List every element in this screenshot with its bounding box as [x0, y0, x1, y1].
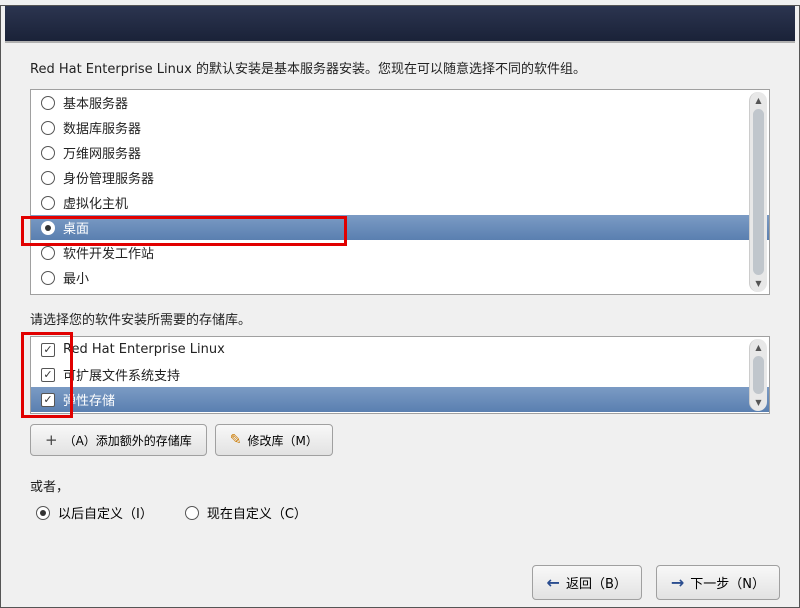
scroll-up-icon: ▲	[755, 343, 761, 352]
repo-scrollbar[interactable]: ▲ ▼	[749, 339, 767, 411]
radio-icon	[185, 506, 199, 520]
software-option[interactable]: 身份管理服务器	[31, 165, 769, 190]
checkbox-icon	[41, 343, 55, 357]
radio-icon	[41, 171, 55, 185]
repo-option[interactable]: 弹性存储	[31, 387, 769, 412]
radio-icon	[41, 96, 55, 110]
customize-later-label: 以后自定义（I）	[58, 503, 153, 522]
software-option-label: 数据库服务器	[63, 118, 141, 137]
radio-icon	[41, 271, 55, 285]
modify-repo-button[interactable]: 修改库（M）	[215, 424, 333, 456]
modify-repo-label: 修改库（M）	[248, 432, 318, 449]
software-option-label: 身份管理服务器	[63, 168, 154, 187]
software-option-label: 万维网服务器	[63, 143, 141, 162]
software-option[interactable]: 万维网服务器	[31, 140, 769, 165]
software-option[interactable]: 最小	[31, 265, 769, 290]
arrow-right-icon	[671, 573, 684, 592]
next-label: 下一步（N）	[690, 573, 765, 592]
software-group-listbox: 基本服务器数据库服务器万维网服务器身份管理服务器虚拟化主机桌面软件开发工作站最小…	[30, 89, 770, 295]
intro-text: Red Hat Enterprise Linux 的默认安装是基本服务器安装。您…	[30, 58, 770, 77]
radio-icon	[36, 506, 50, 520]
checkbox-icon	[41, 393, 55, 407]
scroll-thumb[interactable]	[753, 109, 764, 275]
software-option[interactable]: 软件开发工作站	[31, 240, 769, 265]
add-repo-button[interactable]: （A）添加额外的存储库	[30, 424, 207, 456]
repo-option[interactable]: 可扩展文件系统支持	[31, 362, 769, 387]
radio-icon	[41, 246, 55, 260]
radio-icon	[41, 121, 55, 135]
scroll-down-icon: ▼	[755, 398, 761, 407]
plus-icon	[45, 431, 58, 449]
add-repo-label: （A）添加额外的存储库	[64, 432, 192, 449]
scroll-down-icon: ▼	[755, 279, 761, 288]
scroll-up-icon: ▲	[755, 96, 761, 105]
next-button[interactable]: 下一步（N）	[656, 565, 780, 600]
software-option-label: 基本服务器	[63, 93, 128, 112]
software-option-label: 桌面	[63, 218, 89, 237]
software-option[interactable]: 数据库服务器	[31, 115, 769, 140]
software-option-label: 虚拟化主机	[63, 193, 128, 212]
checkbox-icon	[41, 368, 55, 382]
software-option[interactable]: 虚拟化主机	[31, 190, 769, 215]
radio-icon	[41, 221, 55, 235]
software-option[interactable]: 桌面	[31, 215, 769, 240]
repo-option-label: 可扩展文件系统支持	[63, 365, 180, 384]
repo-option-label: 弹性存储	[63, 390, 115, 409]
edit-icon	[230, 432, 242, 448]
radio-icon	[41, 146, 55, 160]
back-label: 返回（B）	[566, 573, 627, 592]
repo-section-label: 请选择您的软件安装所需要的存储库。	[30, 309, 770, 328]
customize-now-label: 现在自定义（C）	[207, 503, 307, 522]
software-option-label: 软件开发工作站	[63, 243, 154, 262]
customize-now-radio[interactable]: 现在自定义（C）	[185, 503, 307, 522]
arrow-left-icon	[547, 573, 560, 592]
or-label: 或者，	[30, 476, 770, 495]
software-scrollbar[interactable]: ▲ ▼	[749, 92, 767, 292]
repo-option[interactable]: Red Hat Enterprise Linux	[31, 337, 769, 362]
radio-icon	[41, 196, 55, 210]
repo-listbox: Red Hat Enterprise Linux 可扩展文件系统支持弹性存储 ▲ …	[30, 336, 770, 414]
repo-option-label: Red Hat Enterprise Linux	[63, 342, 225, 357]
scroll-thumb[interactable]	[753, 356, 764, 394]
software-option[interactable]: 基本服务器	[31, 90, 769, 115]
customize-later-radio[interactable]: 以后自定义（I）	[36, 503, 153, 522]
back-button[interactable]: 返回（B）	[532, 565, 642, 600]
software-option-label: 最小	[63, 268, 89, 287]
